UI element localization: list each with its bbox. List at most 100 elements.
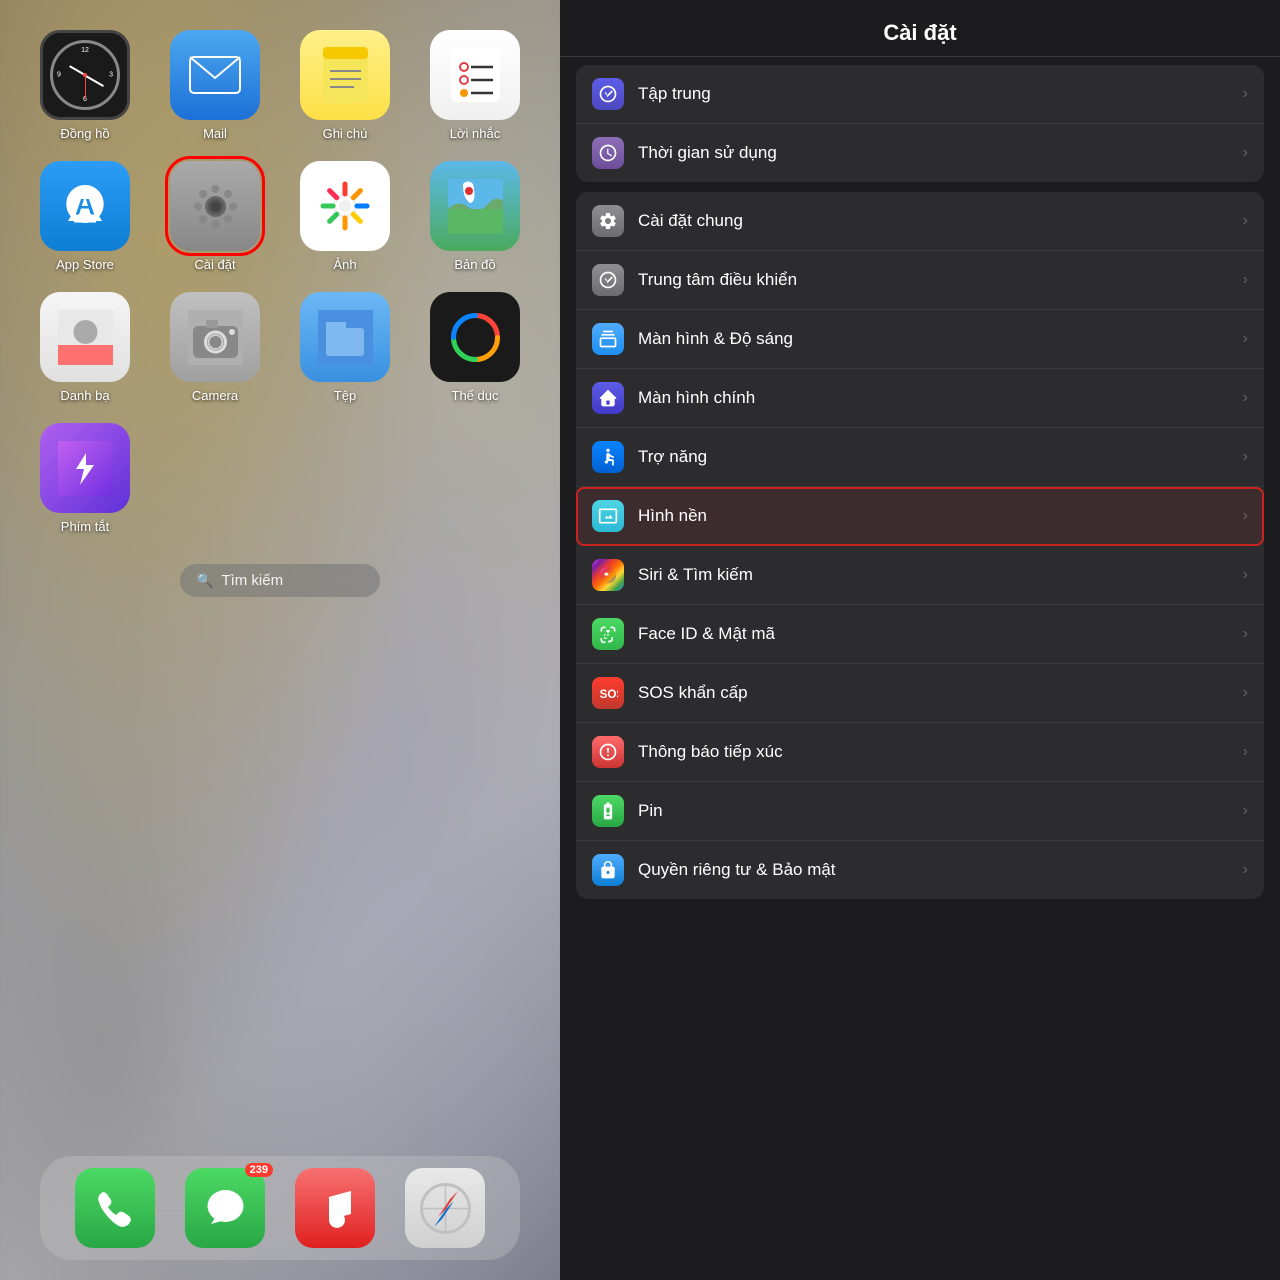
settings-row-battery[interactable]: Pin › [576, 782, 1264, 841]
settings-row-exposure[interactable]: Thông báo tiếp xúc › [576, 723, 1264, 782]
settings-row-wallpaper[interactable]: Hình nền › [576, 487, 1264, 546]
shortcuts-icon [40, 423, 130, 513]
faceid-label: Face ID & Mật mã [638, 624, 1243, 644]
phone-icon [75, 1168, 155, 1248]
svg-text:SOS: SOS [600, 688, 618, 701]
settings-label: Cài đặt [194, 257, 235, 272]
contacts-label: Danh bạ [60, 388, 109, 403]
display-row-icon [592, 323, 624, 355]
notes-label: Ghi chú [323, 126, 368, 141]
general-chevron: › [1243, 212, 1248, 230]
general-label: Cài đặt chung [638, 211, 1243, 231]
reminders-icon [430, 30, 520, 120]
screentime-label: Thời gian sử dụng [638, 143, 1243, 163]
siri-label: Siri & Tìm kiếm [638, 565, 1243, 585]
app-reminders[interactable]: Lời nhắc [420, 30, 530, 141]
settings-row-general[interactable]: Cài đặt chung › [576, 192, 1264, 251]
appstore-icon: 🅐 [40, 161, 130, 251]
app-appstore[interactable]: 🅐 App Store [30, 161, 140, 272]
battery-row-icon [592, 795, 624, 827]
dock-safari[interactable] [405, 1168, 485, 1248]
app-mail[interactable]: Mail [160, 30, 270, 141]
focus-chevron: › [1243, 85, 1248, 103]
siri-chevron: › [1243, 566, 1248, 584]
settings-row-control[interactable]: Trung tâm điều khiển › [576, 251, 1264, 310]
settings-row-focus[interactable]: Tập trung › [576, 65, 1264, 124]
settings-row-display[interactable]: Màn hình & Độ sáng › [576, 310, 1264, 369]
mail-label: Mail [203, 126, 227, 141]
settings-row-accessibility[interactable]: Trợ năng › [576, 428, 1264, 487]
accessibility-chevron: › [1243, 448, 1248, 466]
settings-row-homescreen[interactable]: Màn hình chính › [576, 369, 1264, 428]
app-camera[interactable]: Camera [160, 292, 270, 403]
battery-chevron: › [1243, 802, 1248, 820]
sos-chevron: › [1243, 684, 1248, 702]
main-section: Cài đặt chung › Trung tâm điều khiển › M… [576, 192, 1264, 899]
settings-row-privacy[interactable]: Quyền riêng tư & Bảo mật › [576, 841, 1264, 899]
clock-icon: 12 3 6 9 [40, 30, 130, 120]
app-notes[interactable]: Ghi chú [290, 30, 400, 141]
maps-label: Bản đồ [454, 257, 495, 272]
display-chevron: › [1243, 330, 1248, 348]
display-label: Màn hình & Độ sáng [638, 329, 1243, 349]
settings-row-siri[interactable]: Siri & Tìm kiếm › [576, 546, 1264, 605]
camera-icon [170, 292, 260, 382]
control-chevron: › [1243, 271, 1248, 289]
homescreen-label: Màn hình chính [638, 388, 1243, 408]
app-photos[interactable]: Ảnh [290, 161, 400, 272]
app-maps[interactable]: Bản đồ [420, 161, 530, 272]
app-clock[interactable]: 12 3 6 9 Đồng hồ [30, 30, 140, 141]
settings-header: Cài đặt [560, 0, 1280, 57]
faceid-chevron: › [1243, 625, 1248, 643]
maps-icon [430, 161, 520, 251]
safari-icon [405, 1168, 485, 1248]
app-settings[interactable]: Cài đặt [160, 161, 270, 272]
music-icon [295, 1168, 375, 1248]
app-grid: 12 3 6 9 Đồng hồ [30, 30, 530, 534]
control-label: Trung tâm điều khiển [638, 270, 1243, 290]
dock-music[interactable] [295, 1168, 375, 1248]
files-label: Tệp [334, 388, 356, 403]
exposure-chevron: › [1243, 743, 1248, 761]
homescreen-chevron: › [1243, 389, 1248, 407]
app-fitness[interactable]: Thể dục [420, 292, 530, 403]
settings-panel: Cài đặt Tập trung › Thời gian sử dụng › [560, 0, 1280, 1280]
app-shortcuts[interactable]: Phím tắt [30, 423, 140, 534]
clock-label: Đồng hồ [60, 126, 109, 141]
wallpaper-chevron: › [1243, 507, 1248, 525]
siri-row-icon [592, 559, 624, 591]
search-label: Tìm kiếm [221, 572, 283, 589]
wallpaper-label: Hình nền [638, 506, 1243, 526]
camera-label: Camera [192, 388, 238, 403]
faceid-row-icon [592, 618, 624, 650]
focus-row-icon [592, 78, 624, 110]
notes-icon [300, 30, 390, 120]
accessibility-label: Trợ năng [638, 447, 1243, 467]
dock-messages[interactable]: 239 [185, 1168, 265, 1248]
privacy-label: Quyền riêng tư & Bảo mật [638, 860, 1243, 880]
sos-row-icon: SOS [592, 677, 624, 709]
general-row-icon [592, 205, 624, 237]
sos-label: SOS khẩn cấp [638, 683, 1243, 703]
search-bar[interactable]: 🔍 Tìm kiếm [180, 564, 380, 597]
app-grid-container: 12 3 6 9 Đồng hồ [0, 0, 560, 597]
battery-label: Pin [638, 801, 1243, 821]
dock-phone[interactable] [75, 1168, 155, 1248]
home-screen: 12 3 6 9 Đồng hồ [0, 0, 560, 1280]
app-contacts[interactable]: Danh bạ [30, 292, 140, 403]
privacy-chevron: › [1243, 861, 1248, 879]
settings-row-sos[interactable]: SOS SOS khẩn cấp › [576, 664, 1264, 723]
mail-icon [170, 30, 260, 120]
fitness-label: Thể dục [452, 388, 499, 403]
files-icon [300, 292, 390, 382]
photos-label: Ảnh [333, 257, 356, 272]
messages-badge: 239 [245, 1163, 273, 1177]
search-icon: 🔍 [196, 572, 213, 589]
settings-row-screentime[interactable]: Thời gian sử dụng › [576, 124, 1264, 182]
app-files[interactable]: Tệp [290, 292, 400, 403]
shortcuts-label: Phím tắt [61, 519, 109, 534]
exposure-row-icon [592, 736, 624, 768]
settings-list: Tập trung › Thời gian sử dụng › Cài đặt … [560, 57, 1280, 1280]
settings-row-faceid[interactable]: Face ID & Mật mã › [576, 605, 1264, 664]
appstore-label: App Store [56, 257, 114, 272]
